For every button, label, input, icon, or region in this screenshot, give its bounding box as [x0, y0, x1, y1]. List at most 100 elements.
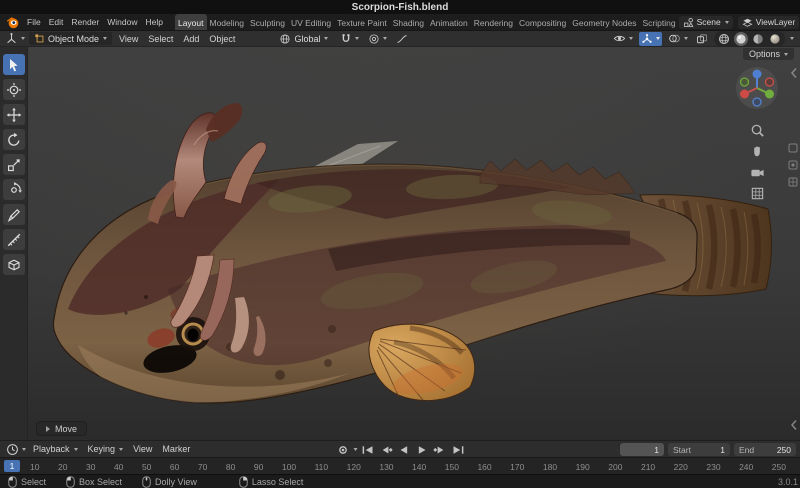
- prev-keyframe-icon: [379, 445, 392, 455]
- workspace-tab[interactable]: Sculpting: [247, 14, 288, 31]
- play-button[interactable]: [414, 443, 430, 456]
- tool-transform[interactable]: [3, 179, 25, 200]
- chevron-down-icon: [383, 37, 387, 40]
- scene-selector[interactable]: Scene: [679, 16, 733, 29]
- workspace-tab[interactable]: UV Editing: [288, 14, 334, 31]
- auto-keying-button[interactable]: [335, 443, 351, 456]
- prev-keyframe-button[interactable]: [378, 443, 394, 456]
- jump-to-end-button[interactable]: [450, 443, 466, 456]
- current-frame-field[interactable]: 1: [620, 443, 664, 456]
- menubar-menu[interactable]: File: [23, 15, 45, 29]
- shading-material-button[interactable]: [751, 32, 765, 46]
- overlays-dropdown[interactable]: [666, 32, 690, 45]
- timeline-menu-marker[interactable]: Marker: [157, 442, 195, 456]
- axis-neg-z-handle[interactable]: [753, 98, 761, 106]
- sidebar-tab-icon[interactable]: [788, 177, 798, 187]
- end-label: End: [739, 445, 754, 455]
- viewport-menu[interactable]: Object: [204, 32, 240, 46]
- tool-add-cube[interactable]: [3, 254, 25, 275]
- proportional-edit-toggle[interactable]: [366, 32, 389, 46]
- jump-to-start-button[interactable]: [360, 443, 376, 456]
- tool-move[interactable]: [3, 104, 25, 125]
- viewport-options-dropdown[interactable]: Options: [743, 48, 794, 60]
- region-toggle-icon[interactable]: [790, 419, 798, 431]
- xray-toggle[interactable]: [694, 32, 710, 46]
- chevron-down-icon: [790, 37, 794, 40]
- workspace-tab[interactable]: Geometry Nodes: [569, 14, 639, 31]
- viewport-menu[interactable]: View: [114, 32, 143, 46]
- shading-rendered-button[interactable]: [768, 32, 782, 46]
- options-label: Options: [749, 49, 780, 59]
- sidebar-tab-icon[interactable]: [788, 160, 798, 170]
- workspace-tab[interactable]: Shading: [390, 14, 427, 31]
- falloff-dropdown[interactable]: [394, 32, 410, 46]
- tool-annotate[interactable]: [3, 204, 25, 225]
- sidebar-toggle-icon[interactable]: [790, 67, 798, 79]
- menubar-menu[interactable]: Help: [141, 15, 166, 29]
- chevron-down-icon: [629, 37, 633, 40]
- orthographic-grid-icon[interactable]: [750, 186, 765, 201]
- frame-end-field[interactable]: End 250: [734, 443, 796, 456]
- workspace-tab[interactable]: Compositing: [516, 14, 569, 31]
- menu-label: Playback: [33, 444, 70, 454]
- tool-scale[interactable]: [3, 154, 25, 175]
- orientation-dropdown[interactable]: Global: [274, 32, 333, 46]
- viewport-menu[interactable]: Add: [178, 32, 204, 46]
- gizmos-dropdown[interactable]: [639, 32, 662, 46]
- tool-rotate[interactable]: [3, 129, 25, 150]
- workspace-tab[interactable]: Scripting: [640, 14, 679, 31]
- menu-label: View: [133, 444, 152, 454]
- solid-sphere-icon: [735, 33, 747, 45]
- next-keyframe-button[interactable]: [432, 443, 448, 456]
- camera-view-icon[interactable]: [750, 165, 765, 180]
- mode-dropdown[interactable]: Object Mode: [29, 32, 112, 45]
- editor-type-button[interactable]: [3, 31, 27, 46]
- tool-measure[interactable]: [3, 229, 25, 250]
- visibility-dropdown[interactable]: [611, 32, 635, 45]
- falloff-curve-icon: [396, 33, 408, 45]
- jump-start-icon: [361, 445, 374, 455]
- frame-start-field[interactable]: Start 1: [668, 443, 730, 456]
- workspace-tab[interactable]: Modeling: [207, 14, 248, 31]
- timeline-editor-type-button[interactable]: [4, 442, 28, 457]
- ruler-tick: 90: [254, 462, 263, 472]
- axis-y-handle[interactable]: [765, 90, 774, 99]
- workspace-tab[interactable]: Layout: [175, 14, 207, 31]
- sidebar-tab-icon[interactable]: [788, 143, 798, 153]
- timeline-menu-keying[interactable]: Keying: [83, 442, 129, 456]
- axis-z-handle[interactable]: [753, 70, 762, 79]
- viewlayer-selector[interactable]: ViewLayer: [738, 16, 800, 29]
- menubar-menu[interactable]: Window: [103, 15, 141, 29]
- shading-wireframe-button[interactable]: [717, 32, 731, 46]
- tool-select-box[interactable]: [3, 54, 25, 75]
- timeline-menu-playback[interactable]: Playback: [28, 442, 83, 456]
- axis-neg-y-handle[interactable]: [741, 78, 749, 86]
- snap-toggle[interactable]: [338, 32, 361, 46]
- menubar-menu[interactable]: Edit: [45, 15, 68, 29]
- navigation-gizmo[interactable]: [735, 66, 779, 110]
- playhead[interactable]: 1: [4, 460, 20, 472]
- zoom-icon[interactable]: [750, 123, 765, 138]
- timeline-header: Playback Keying View Marker 1 Start 1: [0, 440, 800, 457]
- workspace-tab[interactable]: Animation: [427, 14, 471, 31]
- blender-logo-icon[interactable]: [6, 16, 19, 29]
- overlays-icon: [668, 33, 681, 44]
- workspace-tab[interactable]: Rendering: [471, 14, 516, 31]
- axis-neg-x-handle[interactable]: [766, 78, 774, 86]
- workspace-tab[interactable]: Texture Paint: [334, 14, 390, 31]
- menubar-menu[interactable]: Render: [67, 15, 103, 29]
- shading-solid-button[interactable]: [734, 32, 748, 46]
- operator-panel[interactable]: Move: [36, 421, 87, 436]
- ruler-tick: 140: [412, 462, 426, 472]
- pan-hand-icon[interactable]: [750, 144, 765, 159]
- axis-x-handle[interactable]: [740, 90, 749, 99]
- scorpion-fish-model[interactable]: [28, 47, 800, 440]
- viewport-menu[interactable]: Select: [143, 32, 178, 46]
- play-reverse-button[interactable]: [396, 443, 412, 456]
- viewport-3d[interactable]: Move: [28, 47, 800, 440]
- ruler-tick: 70: [198, 462, 207, 472]
- timeline-ruler[interactable]: 1020304050607080901001101201301401501601…: [0, 457, 800, 474]
- ruler-tick: 130: [379, 462, 393, 472]
- timeline-menu-view[interactable]: View: [128, 442, 157, 456]
- tool-cursor[interactable]: [3, 79, 25, 100]
